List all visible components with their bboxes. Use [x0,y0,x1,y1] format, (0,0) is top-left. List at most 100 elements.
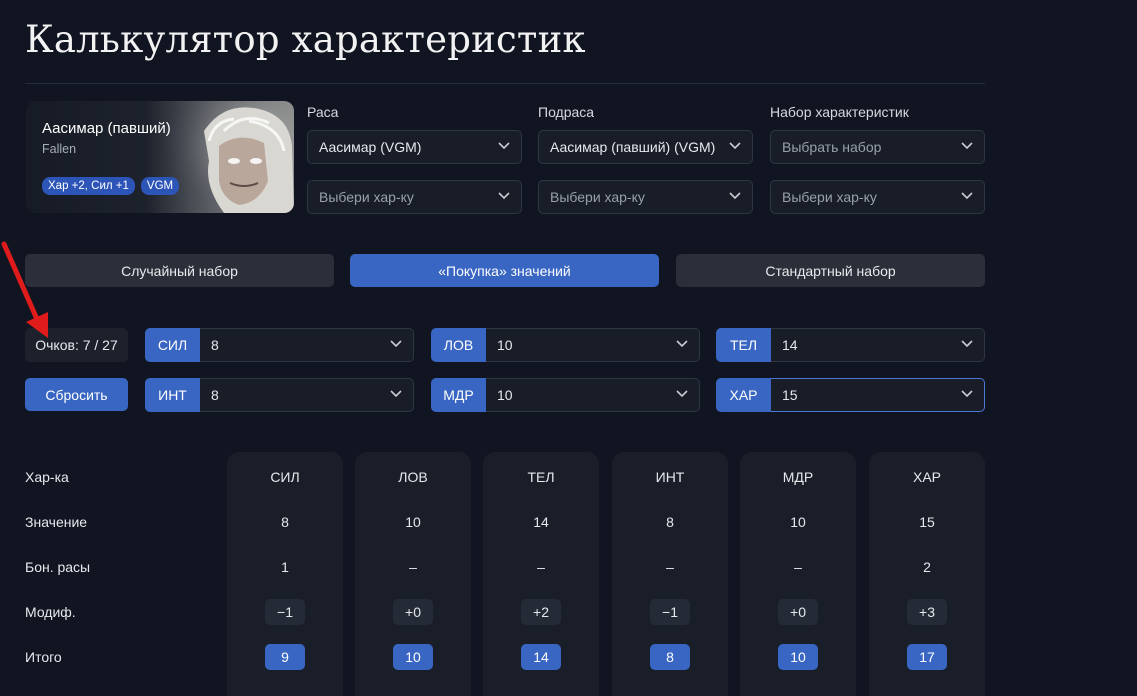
stat-value: 10 [497,337,513,353]
stat-column-cha: ХАР 15 2 +3 17 [869,452,985,696]
chevron-down-icon [961,340,973,348]
stat-tag: ТЕЛ [716,328,771,362]
race-select[interactable]: Аасимар (VGM) [307,130,522,164]
stat-input-cha[interactable]: ХАР 15 [716,378,985,412]
column-race-bonus: – [537,559,545,575]
stat-column-str: СИЛ 8 1 −1 9 [227,452,343,696]
page-title: Калькулятор характеристик [25,18,586,61]
race-label: Раса [307,104,339,120]
subrace-select[interactable]: Аасимар (павший) (VGM) [538,130,753,164]
race-stat-placeholder: Выбери хар-ку [319,189,414,205]
stat-input-dex[interactable]: ЛОВ 10 [431,328,700,362]
stat-column-wis: МДР 10 – +0 10 [740,452,856,696]
stat-value: 15 [782,387,798,403]
stat-value-select[interactable]: 10 [486,378,700,412]
column-total: 8 [650,644,690,670]
column-header: ИНТ [655,469,685,485]
column-header: СИЛ [270,469,300,485]
stat-tag: ИНТ [145,378,200,412]
column-race-bonus: – [666,559,674,575]
stat-tag: ХАР [716,378,771,412]
stat-input-wis[interactable]: МДР 10 [431,378,700,412]
column-race-bonus: 1 [281,559,289,575]
column-modifier: −1 [265,599,305,625]
row-label-stat: Хар-ка [25,469,69,485]
row-label-modifier: Модиф. [25,604,76,620]
mode-standard-button[interactable]: Стандартный набор [676,254,985,287]
chevron-down-icon [961,192,973,200]
column-header: ХАР [912,469,941,485]
race-tags: Хар +2, Сил +1 VGM [42,177,180,195]
race-source-tag: VGM [140,177,180,195]
race-name: Аасимар (павший) [42,120,171,137]
column-header: МДР [782,469,814,485]
stat-column-con: ТЕЛ 14 – +2 14 [483,452,599,696]
stat-value-select[interactable]: 14 [771,328,985,362]
stat-input-con[interactable]: ТЕЛ 14 [716,328,985,362]
stat-tag: СИЛ [145,328,200,362]
stat-tag: МДР [431,378,486,412]
row-label-value: Значение [25,514,88,530]
race-bonus-tag: Хар +2, Сил +1 [42,177,135,195]
row-label-race-bonus: Бон. расы [25,559,91,575]
stat-column-dex: ЛОВ 10 – +0 10 [355,452,471,696]
stat-input-str[interactable]: СИЛ 8 [145,328,414,362]
stat-value-select[interactable]: 15 [771,378,985,412]
stat-set-placeholder: Выбрать набор [782,139,882,155]
chevron-down-icon [676,390,688,398]
subrace-stat-select[interactable]: Выбери хар-ку [538,180,753,214]
stat-calculator-page: Калькулятор характеристик Аасимар (павши… [25,0,985,696]
stat-value: 10 [497,387,513,403]
chevron-down-icon [729,142,741,150]
stat-set-label: Набор характеристик [770,104,909,120]
stat-tag: ЛОВ [431,328,486,362]
race-stat-select[interactable]: Выбери хар-ку [307,180,522,214]
column-total: 14 [521,644,561,670]
reset-button[interactable]: Сбросить [25,378,128,411]
stat-column-int: ИНТ 8 – −1 8 [612,452,728,696]
row-label-total: Итого [25,649,62,665]
chevron-down-icon [390,340,402,348]
race-subtitle: Fallen [42,142,77,156]
chevron-down-icon [961,142,973,150]
column-modifier: +0 [778,599,818,625]
column-modifier: −1 [650,599,690,625]
subrace-stat-placeholder: Выбери хар-ку [550,189,645,205]
race-select-value: Аасимар (VGM) [319,139,422,155]
stat-value: 8 [211,387,219,403]
stat-value-select[interactable]: 8 [200,378,414,412]
chevron-down-icon [961,390,973,398]
column-value: 14 [533,514,549,530]
column-header: ЛОВ [398,469,428,485]
column-total: 9 [265,644,305,670]
chevron-down-icon [676,340,688,348]
stat-value-select[interactable]: 10 [486,328,700,362]
column-header: ТЕЛ [527,469,555,485]
column-value: 15 [919,514,935,530]
column-value: 10 [405,514,421,530]
column-modifier: +3 [907,599,947,625]
stat-value: 8 [211,337,219,353]
annotation-arrow-icon [1,241,48,338]
stat-set-stat-select[interactable]: Выбери хар-ку [770,180,985,214]
column-race-bonus: – [409,559,417,575]
mode-point-buy-button[interactable]: «Покупка» значений [350,254,659,287]
subrace-select-value: Аасимар (павший) (VGM) [550,139,716,155]
race-card[interactable]: Аасимар (павший) Fallen Хар +2, Сил +1 V… [26,101,294,213]
chevron-down-icon [729,192,741,200]
column-value: 8 [281,514,289,530]
stat-set-select[interactable]: Выбрать набор [770,130,985,164]
stat-input-int[interactable]: ИНТ 8 [145,378,414,412]
column-total: 17 [907,644,947,670]
column-value: 8 [666,514,674,530]
column-total: 10 [778,644,818,670]
subrace-label: Подраса [538,104,595,120]
title-divider [25,83,985,84]
stat-value-select[interactable]: 8 [200,328,414,362]
column-value: 10 [790,514,806,530]
column-race-bonus: – [794,559,802,575]
stat-value: 14 [782,337,798,353]
column-modifier: +0 [393,599,433,625]
column-total: 10 [393,644,433,670]
column-race-bonus: 2 [923,559,931,575]
